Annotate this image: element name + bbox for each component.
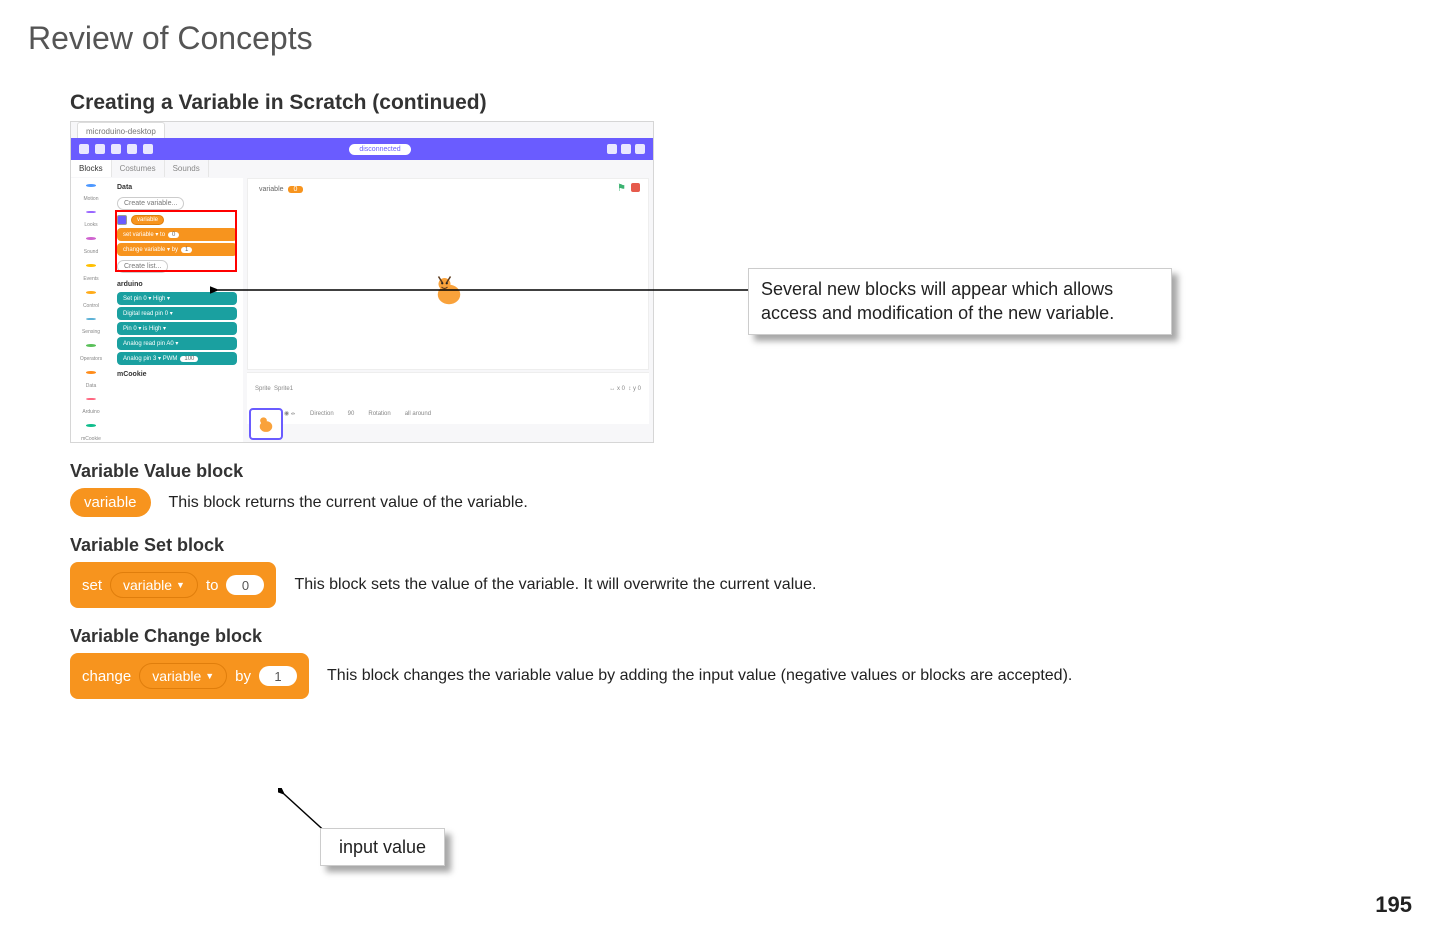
vvb-heading: Variable Value block	[70, 461, 1412, 482]
vcb-heading: Variable Change block	[70, 626, 1412, 647]
tab-costumes: Costumes	[112, 160, 165, 177]
tab-sounds: Sounds	[165, 160, 209, 177]
data-dot	[86, 371, 96, 374]
settings-icon	[635, 144, 645, 154]
setpin-block: Set pin 0 ▾ High ▾	[117, 292, 237, 305]
vsb-row: set variable▼ to 0 This block sets the v…	[70, 562, 1412, 608]
chevron-down-icon: ▼	[205, 671, 214, 681]
pinis-block: Pin 0 ▾ is High ▾	[117, 322, 237, 335]
aread-block: Analog read pin A0 ▾	[117, 337, 237, 350]
vcb-desc: This block changes the variable value by…	[327, 667, 1072, 685]
stage-variable-hud: variable 0	[259, 186, 303, 193]
motion-dot	[86, 184, 96, 187]
set-value-input: 0	[226, 575, 264, 595]
category-column: Motion Looks Sound Events Control Sensin…	[71, 178, 112, 442]
page-title: Review of Concepts	[28, 20, 1412, 57]
sensing-dot	[86, 318, 96, 321]
looks-dot	[86, 211, 96, 214]
page: Review of Concepts Creating a Variable i…	[0, 0, 1440, 932]
vcb-row: change variable▼ by 1 This block changes…	[70, 653, 1412, 699]
operators-dot	[86, 344, 96, 347]
create-variable-btn: Create variable...	[117, 197, 184, 210]
variable-dropdown: variable▼	[110, 572, 198, 598]
sprite-info-row: Sprite Sprite1 ↔ x 0 ↕ y 0	[247, 372, 649, 404]
highlight-box	[115, 210, 237, 272]
connection-status: disconnected	[349, 144, 410, 155]
variable-change-block: change variable▼ by 1	[70, 653, 309, 699]
stop-icon	[631, 183, 640, 192]
editor-tabs: Blocks Costumes Sounds	[71, 160, 209, 177]
events-dot	[86, 264, 96, 267]
file-icon	[79, 144, 89, 154]
chevron-down-icon: ▼	[176, 580, 185, 590]
change-value-input: 1	[259, 666, 297, 686]
undo-icon	[127, 144, 137, 154]
app-toolbar: disconnected	[71, 138, 653, 160]
palette-data-heading: Data	[117, 184, 237, 191]
vvb-desc: This block returns the current value of …	[169, 494, 528, 512]
fullscreen-icon	[621, 144, 631, 154]
scratch-screenshot: microduino-desktop disconnected Blocks C…	[70, 121, 654, 443]
section-heading: Creating a Variable in Scratch (continue…	[70, 91, 1412, 115]
palette-mcookie-heading: mCookie	[117, 371, 237, 378]
folder-icon	[95, 144, 105, 154]
redo-icon	[143, 144, 153, 154]
mcookie-dot	[86, 424, 96, 427]
apin-block: Analog pin 3 ▾ PWM100	[117, 352, 237, 365]
callout-new-blocks: Several new blocks will appear which all…	[748, 268, 1172, 335]
sprite-info-row-2: Show◉ ⦵ Direction90 Rotationall around	[247, 404, 649, 424]
callout-input-value: input value	[320, 828, 445, 866]
zoom-icon	[607, 144, 617, 154]
vsb-desc: This block sets the value of the variabl…	[294, 576, 816, 594]
sound-dot	[86, 237, 96, 240]
scratch-cat-icon	[431, 272, 467, 308]
vsb-heading: Variable Set block	[70, 535, 1412, 556]
window-tab: microduino-desktop	[77, 122, 165, 139]
toolbar-left	[79, 144, 153, 154]
green-flag-icon: ⚑	[617, 183, 626, 194]
sprite-thumbnail	[249, 408, 283, 440]
variable-set-block: set variable▼ to 0	[70, 562, 276, 608]
variable-value-block: variable	[70, 488, 151, 517]
toolbar-right	[607, 144, 645, 154]
variable-dropdown: variable▼	[139, 663, 227, 689]
palette-arduino-heading: arduino	[117, 281, 237, 288]
dread-block: Digital read pin 0 ▾	[117, 307, 237, 320]
arduino-dot	[86, 398, 96, 401]
control-dot	[86, 291, 96, 294]
save-icon	[111, 144, 121, 154]
tab-blocks: Blocks	[71, 160, 112, 177]
page-number: 195	[1375, 892, 1412, 918]
vvb-row: variable This block returns the current …	[70, 488, 1412, 517]
